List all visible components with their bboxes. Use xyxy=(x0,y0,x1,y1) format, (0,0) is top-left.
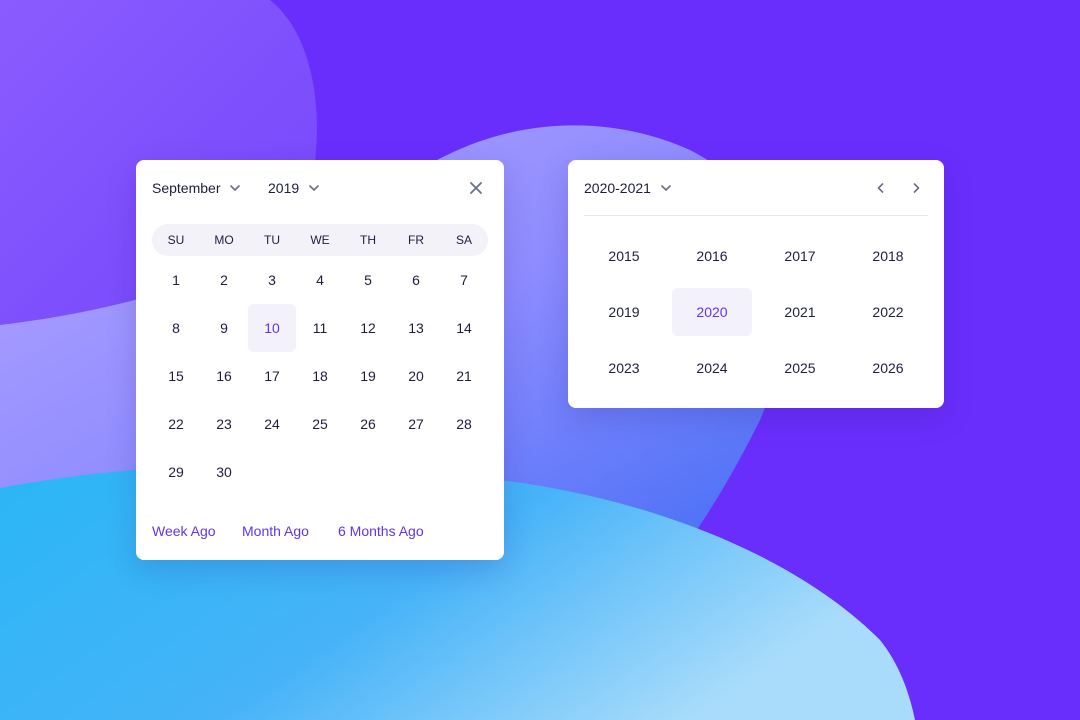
day-cell[interactable]: 7 xyxy=(440,256,488,304)
weekday-label: SA xyxy=(455,233,472,247)
chevron-down-icon xyxy=(309,185,319,191)
day-cell[interactable]: 11 xyxy=(296,304,344,352)
year-cell[interactable]: 2025 xyxy=(760,344,840,392)
weekday-label: FR xyxy=(408,233,424,247)
year-cell[interactable]: 2023 xyxy=(584,344,664,392)
day-cell[interactable]: 12 xyxy=(344,304,392,352)
day-cell[interactable]: 28 xyxy=(440,400,488,448)
year-cell[interactable]: 2022 xyxy=(848,288,928,336)
year-cell[interactable]: 2017 xyxy=(760,232,840,280)
day-cell[interactable]: 9 xyxy=(200,304,248,352)
year-label: 2019 xyxy=(268,180,300,196)
day-cell[interactable]: 18 xyxy=(296,352,344,400)
day-cell[interactable]: 2 xyxy=(200,256,248,304)
day-cell[interactable]: 20 xyxy=(392,352,440,400)
chevron-down-icon xyxy=(661,185,671,191)
day-cell[interactable]: 6 xyxy=(392,256,440,304)
day-cell[interactable]: 26 xyxy=(344,400,392,448)
day-cell[interactable]: 17 xyxy=(248,352,296,400)
month-ago-link[interactable]: Month Ago xyxy=(242,523,309,539)
year-range-label: 2020-2021 xyxy=(584,180,651,196)
chevron-down-icon xyxy=(230,185,241,191)
year-picker-card: 2020-2021 2015 2016 2017 2018 2019 2020 2021 20… xyxy=(568,160,944,408)
day-cell[interactable]: 15 xyxy=(152,352,200,400)
year-cell[interactable]: 2019 xyxy=(584,288,664,336)
day-cell[interactable]: 29 xyxy=(152,448,200,496)
day-cell[interactable]: 21 xyxy=(440,352,488,400)
year-cell[interactable]: 2018 xyxy=(848,232,928,280)
day-cell[interactable]: 16 xyxy=(200,352,248,400)
day-cell[interactable]: 3 xyxy=(248,256,296,304)
day-cell[interactable]: 4 xyxy=(296,256,344,304)
day-cell[interactable]: 5 xyxy=(344,256,392,304)
six-months-ago-link[interactable]: 6 Months Ago xyxy=(338,523,424,539)
day-cell[interactable]: 8 xyxy=(152,304,200,352)
day-cell[interactable]: 25 xyxy=(296,400,344,448)
close-icon[interactable] xyxy=(469,181,483,195)
year-cell[interactable]: 2024 xyxy=(672,344,752,392)
weekday-label: TH xyxy=(360,233,376,247)
day-cell[interactable]: 23 xyxy=(200,400,248,448)
weekday-label: TU xyxy=(264,233,280,247)
year-cell[interactable]: 2016 xyxy=(672,232,752,280)
weekday-label: WE xyxy=(310,233,330,247)
day-cell-selected[interactable]: 10 xyxy=(248,304,296,352)
header-divider xyxy=(584,215,928,216)
year-cell-selected[interactable]: 2020 xyxy=(672,288,752,336)
date-picker-card: September 2019 SU MO TU WE TH FR SA 1234567891… xyxy=(136,160,504,560)
month-dropdown[interactable]: September xyxy=(152,180,241,196)
week-ago-link[interactable]: Week Ago xyxy=(152,523,216,539)
chevron-right-icon[interactable] xyxy=(908,180,924,196)
weekday-label: SU xyxy=(167,233,185,247)
day-cell[interactable]: 14 xyxy=(440,304,488,352)
chevron-left-icon[interactable] xyxy=(872,180,888,196)
year-cell[interactable]: 2015 xyxy=(584,232,664,280)
year-cell[interactable]: 2026 xyxy=(848,344,928,392)
day-cell[interactable]: 27 xyxy=(392,400,440,448)
year-range-dropdown[interactable]: 2020-2021 xyxy=(584,180,671,196)
day-cell[interactable]: 22 xyxy=(152,400,200,448)
day-cell[interactable]: 19 xyxy=(344,352,392,400)
year-dropdown[interactable]: 2019 xyxy=(268,180,319,196)
month-label: September xyxy=(152,180,221,196)
year-cell[interactable]: 2021 xyxy=(760,288,840,336)
day-cell[interactable]: 13 xyxy=(392,304,440,352)
day-cell[interactable]: 30 xyxy=(200,448,248,496)
day-cell[interactable]: 1 xyxy=(152,256,200,304)
day-cell[interactable]: 24 xyxy=(248,400,296,448)
weekday-label: MO xyxy=(214,233,234,247)
